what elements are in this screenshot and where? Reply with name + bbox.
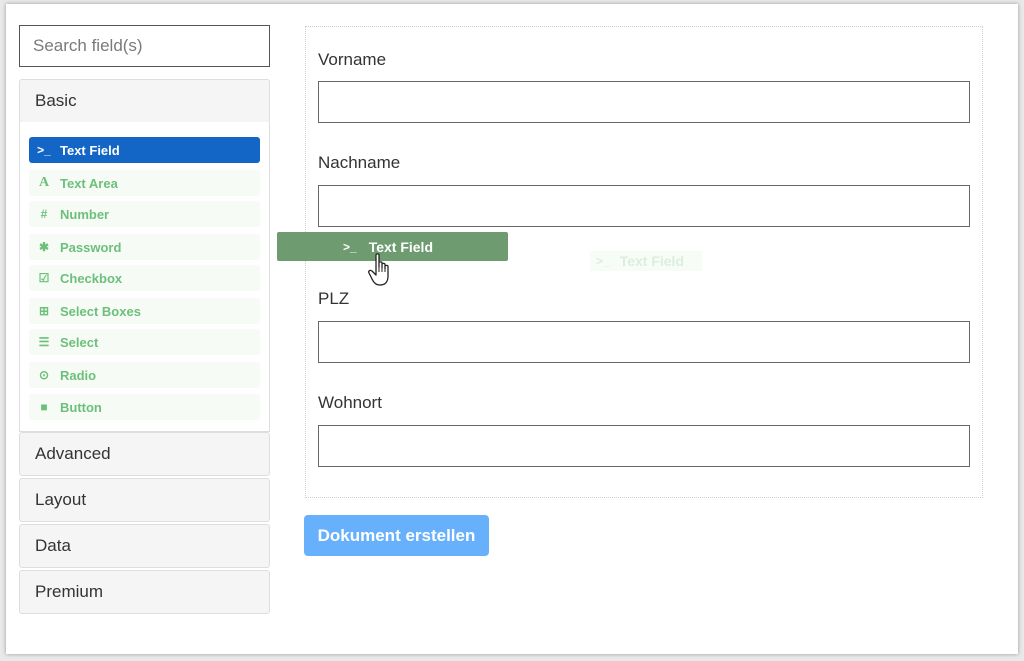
vorname-input[interactable] [318,81,970,123]
component-checkbox[interactable]: ☑ Checkbox [29,265,260,291]
component-password[interactable]: ✱ Password [29,234,260,260]
component-text-field[interactable]: >_ Text Field [29,137,260,163]
font-icon: A [38,175,50,190]
group-layout[interactable]: Layout [19,478,270,522]
check-square-icon: ☑ [38,271,50,285]
component-label: Text Field [60,142,120,158]
asterisk-icon: ✱ [38,240,50,254]
drop-placeholder-label: Text Field [619,253,684,269]
component-radio[interactable]: ⊙ Radio [29,362,260,388]
group-basic[interactable]: Basic [19,79,270,123]
component-label: Select [60,334,99,350]
component-label: Radio [60,367,97,383]
field-label-nachname: Nachname [318,153,401,172]
component-label: Button [60,399,102,415]
wohnort-input[interactable] [318,425,970,467]
component-button[interactable]: ■ Button [29,394,260,420]
terminal-icon: >_ [343,239,357,254]
field-label-plz: PLZ [318,289,350,308]
search-input[interactable] [19,25,270,67]
dot-circle-icon: ⊙ [38,368,50,382]
drop-placeholder: >_ Text Field [590,251,702,271]
component-number[interactable]: # Number [29,201,260,227]
list-icon: ☰ [38,335,50,349]
component-select-boxes[interactable]: ⊞ Select Boxes [29,298,260,324]
hash-icon: # [40,207,48,221]
component-label: Text Area [60,175,118,191]
hand-cursor-icon [368,253,389,286]
component-text-area[interactable]: A Text Area [29,170,260,196]
component-select[interactable]: ☰ Select [29,329,260,355]
terminal-icon: >_ [596,254,610,268]
group-advanced[interactable]: Advanced [19,432,270,476]
submit-button[interactable]: Dokument erstellen [304,515,489,556]
component-label: Password [60,239,122,255]
terminal-icon: >_ [37,143,51,157]
plz-input[interactable] [318,321,970,363]
plus-square-icon: ⊞ [38,304,50,318]
group-premium[interactable]: Premium [19,570,270,614]
nachname-input[interactable] [318,185,970,227]
component-label: Checkbox [60,270,123,286]
component-label: Number [60,206,110,222]
component-label: Select Boxes [60,303,141,319]
field-label-vorname: Vorname [318,50,387,69]
field-label-wohnort: Wohnort [318,393,382,412]
stop-icon: ■ [40,400,48,414]
group-data[interactable]: Data [19,524,270,568]
